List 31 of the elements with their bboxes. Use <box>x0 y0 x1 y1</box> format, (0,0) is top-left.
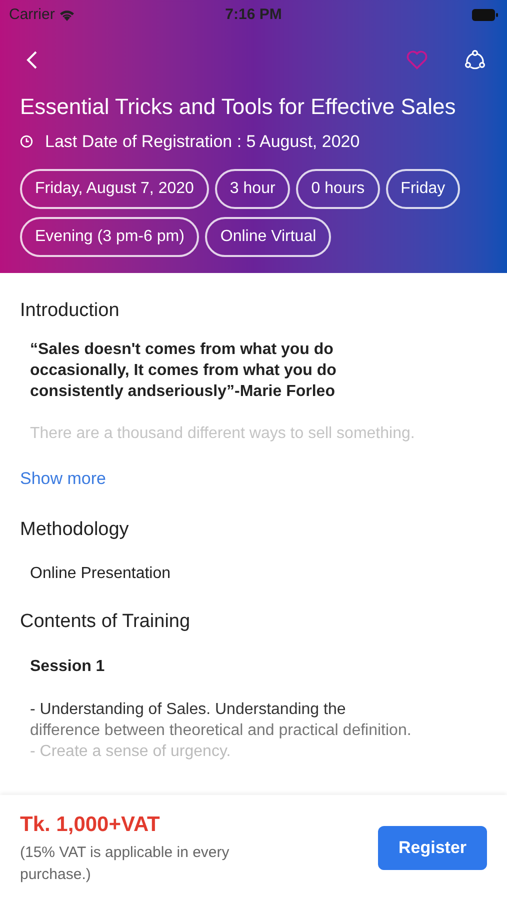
share-button[interactable] <box>463 48 487 72</box>
section-heading: Methodology <box>20 518 130 542</box>
clock-icon <box>20 135 33 148</box>
wifi-icon <box>58 9 75 21</box>
info-chip: Friday <box>386 168 460 208</box>
quote-text: “Sales doesn't comes from what you do occasionally, It comes from what you do consistently andseriously”-Marie Forleo <box>29 340 338 402</box>
carrier-label: Carrier <box>9 4 55 25</box>
price-text: Tk. 1,000+VAT <box>20 812 161 838</box>
info-chip: Evening (3 pm-6 pm) <box>20 216 200 256</box>
clock-time: 7:16 PM <box>225 4 282 25</box>
content-text: - Understanding of Sales. Understanding the <box>30 700 347 720</box>
vat-note: (15% VAT is applicable in every purchase.) <box>20 843 230 886</box>
battery-icon <box>472 9 498 21</box>
show-more-link[interactable]: Show more <box>20 466 487 492</box>
info-chip: 3 hour <box>214 168 290 208</box>
share-icon <box>464 49 486 71</box>
methodology-text: Online Presentation <box>29 564 172 584</box>
description-text: There are a thousand different ways to sell something. <box>29 424 416 444</box>
info-chip: Online Virtual <box>205 216 332 256</box>
chevron-left-icon <box>26 50 38 70</box>
info-chip: Friday, August 7, 2020 <box>20 168 209 208</box>
heart-icon <box>406 50 428 70</box>
session-title: Session 1 <box>29 656 106 676</box>
info-chip: 0 hours <box>296 168 380 208</box>
section-heading: Contents of Training <box>20 610 192 634</box>
registration-deadline: Last Date of Registration : 5 August, 2020 <box>45 131 360 153</box>
content-text: - Create a sense of urgency. <box>30 742 232 762</box>
course-title: Essential Tricks and Tools for Effective Sales <box>20 93 457 121</box>
section-heading: Introduction <box>20 298 120 322</box>
register-button[interactable]: Register <box>378 826 487 870</box>
content-text: difference between theoretical and practical definition. <box>30 720 412 740</box>
